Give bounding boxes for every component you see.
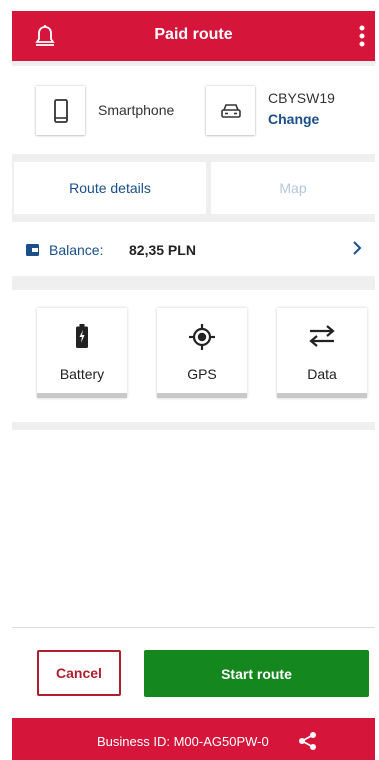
status-checks: Battery GPS Data (12, 290, 375, 422)
tab-map[interactable]: Map (211, 162, 375, 214)
gps-icon (157, 324, 247, 350)
data-card[interactable]: Data (277, 308, 367, 398)
data-transfer-icon (277, 324, 367, 350)
smartphone-icon (36, 86, 85, 135)
balance-value: 82,35 PLN (129, 242, 196, 258)
gps-card[interactable]: GPS (157, 308, 247, 398)
device-vehicle-row: Smartphone CBYSW19 Change (12, 66, 375, 154)
balance-row[interactable]: Balance: 82,35 PLN (12, 222, 375, 276)
data-label: Data (307, 366, 337, 382)
share-icon[interactable] (298, 731, 318, 751)
business-id-text: Business ID: M00-AG50PW-0 (97, 734, 269, 749)
start-route-button[interactable]: Start route (144, 650, 369, 697)
top-app-bar: Paid route (12, 11, 375, 61)
tab-bar: Route details Map (12, 160, 375, 216)
business-id-bar: Business ID: M00-AG50PW-0 (12, 718, 375, 760)
device-label: Smartphone (98, 102, 175, 118)
change-vehicle-link[interactable]: Change (268, 111, 319, 127)
chevron-right-icon[interactable] (351, 240, 363, 256)
divider (12, 276, 375, 290)
gps-label: GPS (187, 366, 217, 382)
battery-label: Battery (59, 366, 105, 382)
battery-charging-icon (37, 324, 127, 350)
vehicle-plate: CBYSW19 (268, 90, 335, 106)
balance-label: Balance: (49, 242, 104, 258)
cancel-button[interactable]: Cancel (37, 650, 121, 696)
wallet-icon (26, 243, 40, 256)
more-vertical-icon[interactable] (355, 23, 369, 49)
tab-route-details[interactable]: Route details (14, 162, 206, 214)
divider (12, 422, 375, 430)
battery-card[interactable]: Battery (37, 308, 127, 398)
car-icon (206, 86, 255, 135)
page-title: Paid route (154, 26, 233, 43)
divider (12, 627, 375, 628)
